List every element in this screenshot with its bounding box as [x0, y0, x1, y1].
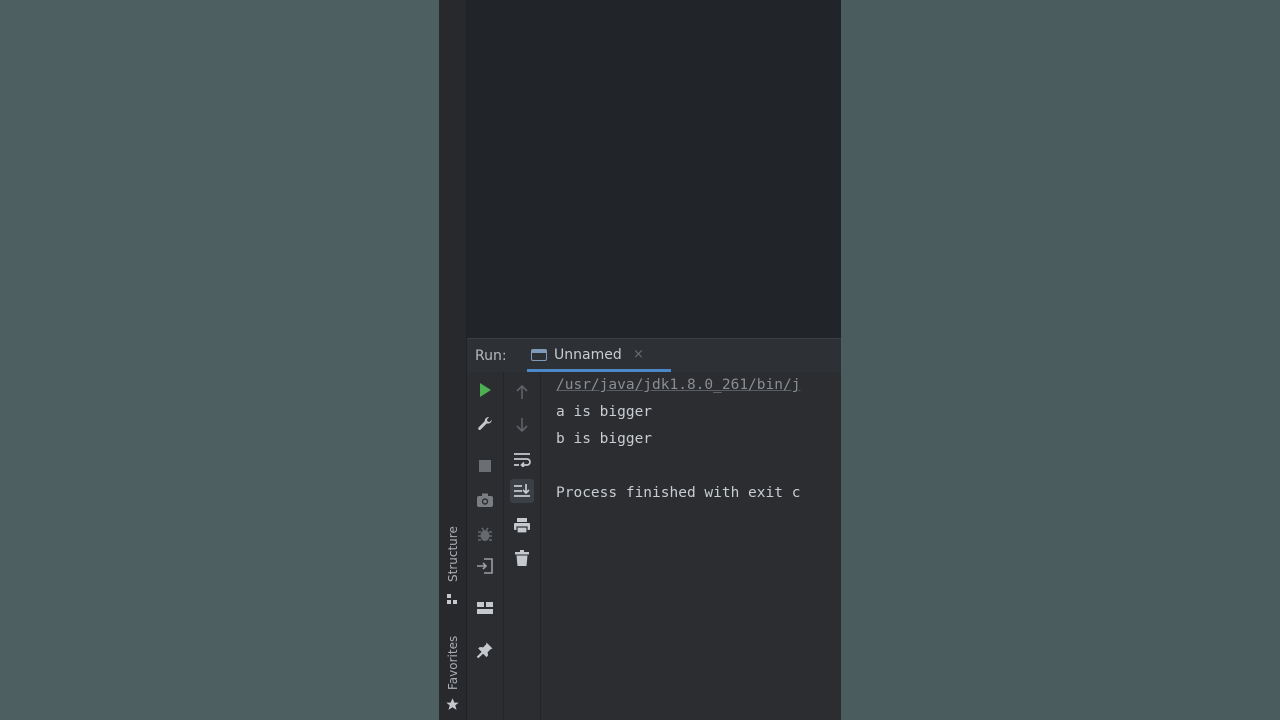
console-output[interactable]: /usr/java/jdk1.8.0_261/bin/j a is bigger… — [541, 372, 841, 720]
scroll-to-end-icon — [514, 484, 530, 497]
arrow-down-icon — [516, 418, 528, 433]
scroll-to-end-button[interactable] — [510, 479, 534, 503]
ide-window: Structure Favorites Run: Unnamed × /usr/… — [439, 0, 841, 720]
console-window-icon — [531, 349, 547, 361]
close-icon[interactable]: × — [633, 347, 644, 362]
favorites-tool-tab[interactable]: Favorites — [446, 636, 460, 690]
up-button[interactable] — [510, 380, 534, 404]
soft-wrap-icon — [514, 453, 531, 467]
editor-area[interactable] — [467, 0, 841, 338]
soft-wrap-button[interactable] — [510, 447, 534, 471]
left-tool-stripe: Structure Favorites — [439, 0, 467, 720]
trash-icon — [515, 549, 529, 566]
structure-tool-tab[interactable]: Structure — [446, 526, 460, 582]
down-button[interactable] — [510, 413, 534, 437]
thread-dump-button[interactable] — [473, 488, 497, 512]
run-tab-unnamed[interactable]: Unnamed × — [527, 339, 671, 372]
console-line: b is bigger — [556, 431, 653, 447]
run-tab-label: Unnamed — [554, 347, 622, 363]
restore-layout-button[interactable] — [473, 554, 497, 578]
background-right — [841, 0, 1280, 720]
camera-icon — [477, 493, 493, 507]
modify-run-config-button[interactable] — [473, 412, 497, 436]
run-panel-header: Run: Unnamed × — [467, 338, 841, 373]
stop-button[interactable] — [473, 454, 497, 478]
pin-icon — [476, 642, 493, 659]
layout-button[interactable] — [473, 596, 497, 620]
stop-icon — [479, 460, 491, 472]
run-label: Run: — [475, 348, 507, 364]
structure-icon — [446, 590, 459, 604]
favorites-tab-label: Favorites — [446, 635, 460, 690]
console-line-exit: Process finished with exit c — [556, 485, 801, 501]
clear-all-button[interactable] — [510, 546, 534, 570]
print-button[interactable] — [510, 513, 534, 537]
printer-icon — [514, 517, 530, 534]
structure-tab-label: Structure — [446, 526, 460, 582]
pin-tab-button[interactable] — [473, 638, 497, 662]
console-line: a is bigger — [556, 404, 653, 420]
arrow-up-icon — [516, 384, 528, 399]
star-icon — [445, 697, 460, 712]
background-left — [0, 0, 439, 720]
login-arrow-icon — [477, 558, 493, 574]
layout-grid-icon — [477, 602, 493, 614]
play-icon — [480, 383, 491, 397]
run-toolbar-primary — [467, 372, 504, 720]
bug-icon — [478, 527, 492, 541]
run-toolbar-secondary — [504, 372, 541, 720]
wrench-icon — [478, 417, 492, 430]
rerun-button[interactable] — [473, 378, 497, 402]
console-line-command[interactable]: /usr/java/jdk1.8.0_261/bin/j — [556, 377, 800, 393]
debug-button[interactable] — [473, 522, 497, 546]
